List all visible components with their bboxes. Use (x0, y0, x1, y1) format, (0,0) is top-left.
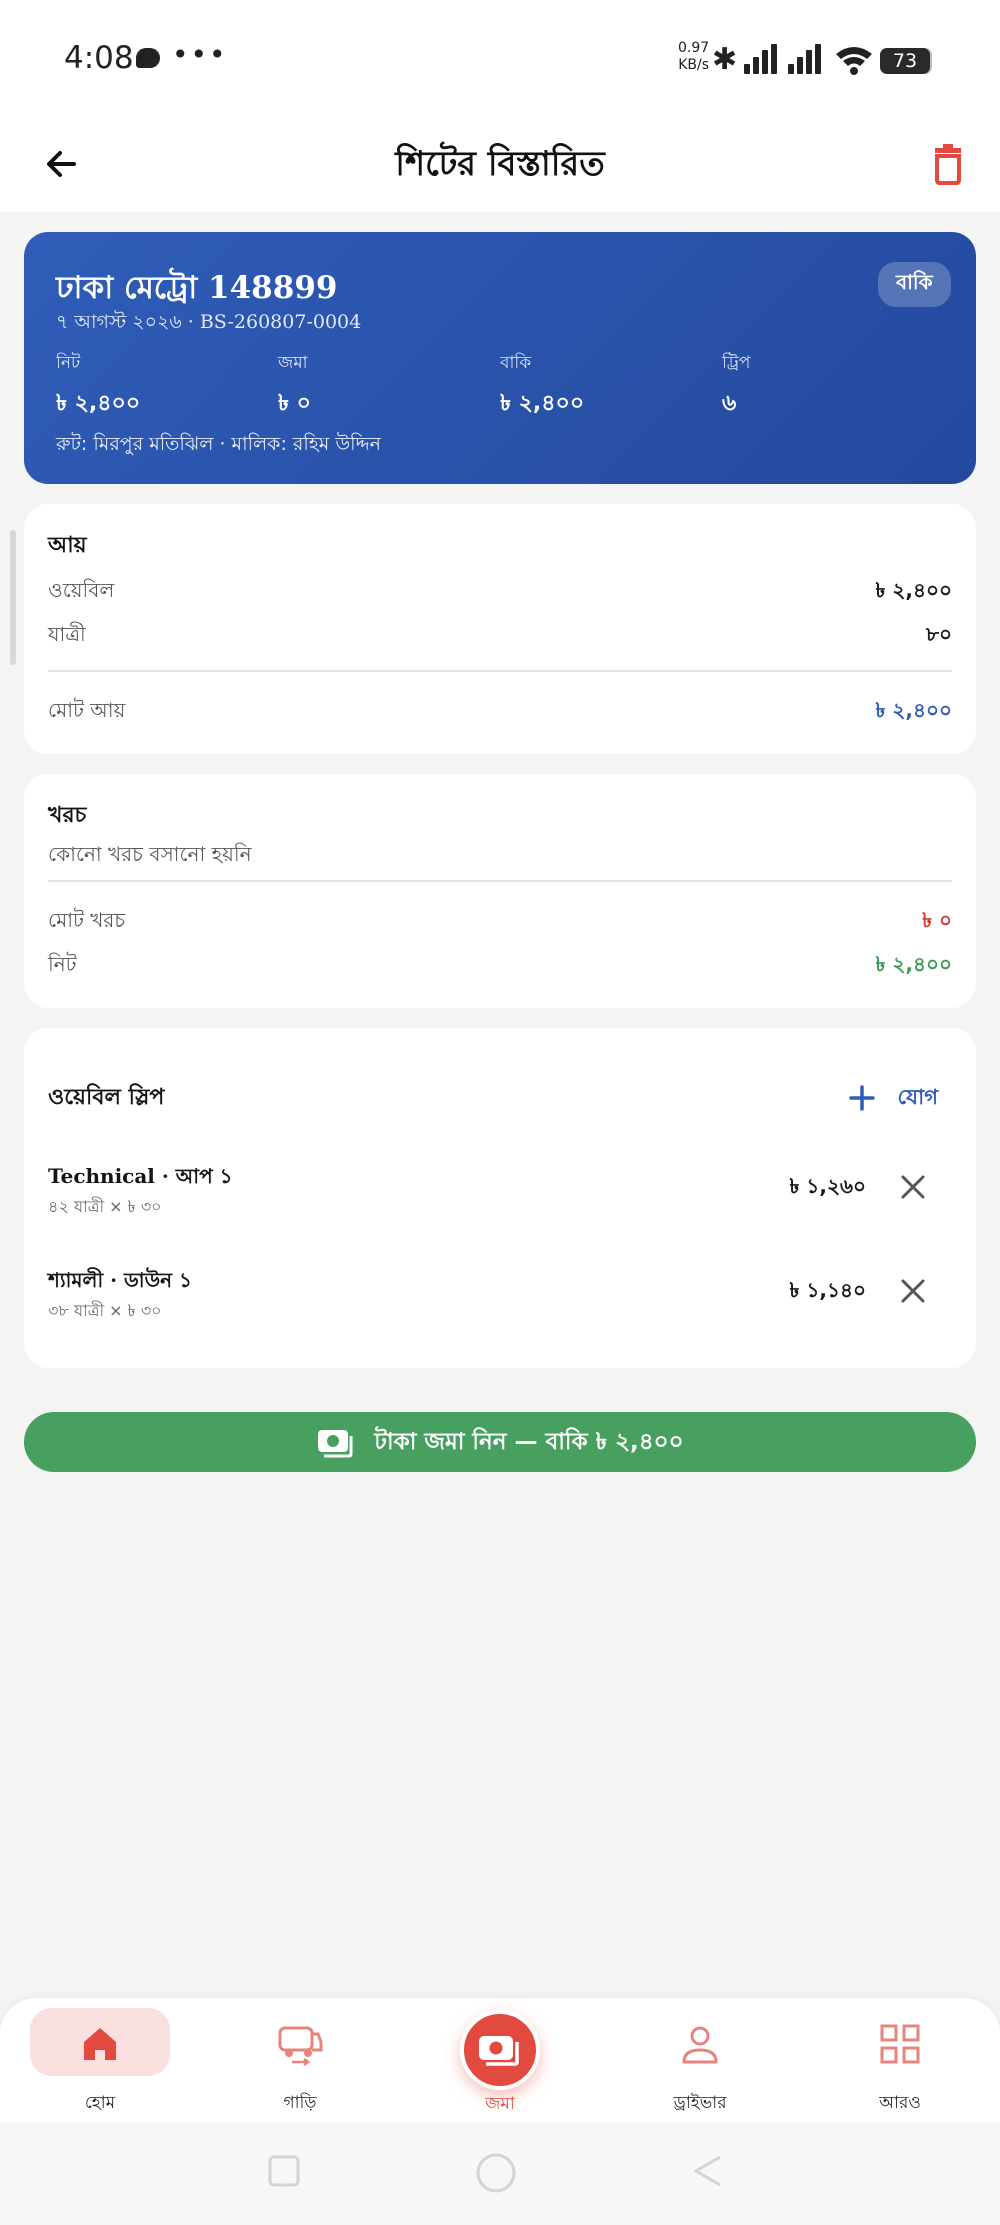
stat-trips: ট্রিপ ৬ (722, 350, 750, 423)
stat-value: ৳ ২,৪০০ (56, 391, 141, 416)
stat-label: নিট (56, 353, 81, 373)
income-row-value: ৮০ (926, 622, 952, 646)
bottom-nav: হোম গাড়ি জমা ড্রাইভার আরও (0, 1998, 1000, 2123)
waybill-heading: ওয়েবিল স্লিপ (48, 1085, 165, 1110)
person-icon (682, 2026, 718, 2064)
stat-due: বাকি ৳ ২,৪০০ (500, 350, 584, 423)
remove-slip-icon[interactable] (898, 1172, 928, 1202)
slip-amount: ৳ ১,১৪০ (789, 1278, 866, 1302)
signal-icon (744, 44, 780, 74)
home-icon (84, 2028, 116, 2060)
network-speed-unit: KB/s (678, 57, 709, 73)
network-speed: 0.97 KB/s (678, 40, 709, 74)
plus-icon (848, 1085, 875, 1111)
income-card: আয় ওয়েবিল ৳ ২,৪০০ যাত্রী ৮০ মোট আয় ৳ … (24, 504, 976, 754)
add-slip-button[interactable]: যোগ (848, 1080, 938, 1116)
network-speed-value: 0.97 (678, 40, 710, 56)
nav-label: ড্রাইভার (673, 2093, 727, 2113)
stat-label: বাকি (500, 353, 532, 373)
stat-deposit: জমা ৳ ০ (278, 350, 311, 423)
income-row-label: ওয়েবিল (48, 578, 115, 602)
chat-notification-icon (136, 48, 160, 68)
sheet-summary-card: ঢাকা মেট্রো 148899 ৭ আগস্ট ২০২৬ · BS-260… (24, 232, 976, 484)
cash-icon (318, 1430, 353, 1458)
nav-home[interactable]: হোম (30, 2008, 170, 2118)
net-value: ৳ ২,৪০০ (875, 952, 952, 976)
total-income-value: ৳ ২,৪০০ (875, 698, 952, 722)
nav-driver[interactable]: ড্রাইভার (630, 2008, 770, 2118)
stat-value: ৳ ০ (278, 391, 311, 416)
sheet-date-id: ৭ আগস্ট ২০২৬ · BS-260807-0004 (56, 311, 362, 333)
route-owner: রুট: মিরপুর মতিঝিল · মালিক: রহিম উদ্দিন (56, 433, 382, 455)
divider (48, 880, 952, 882)
wifi-icon (836, 47, 872, 75)
nav-deposit[interactable] (460, 2010, 540, 2090)
cash-icon (479, 2036, 519, 2066)
nav-vehicle[interactable]: গাড়ি (230, 2008, 370, 2118)
expense-heading: খরচ (48, 803, 87, 828)
stat-value: ৬ (722, 391, 737, 416)
slip-detail: ৪২ যাত্রী × ৳ ৩০ (48, 1197, 162, 1216)
total-expense-value: ৳ ০ (922, 908, 952, 932)
slip-title: Technical · আপ ১ (48, 1164, 233, 1188)
total-expense-label: মোট খরচ (48, 908, 126, 932)
home-button-icon[interactable] (474, 2151, 518, 2195)
nav-more[interactable]: আরও (830, 2008, 970, 2118)
slip-amount: ৳ ১,২৬০ (789, 1174, 866, 1198)
nav-label: হোম (84, 2093, 116, 2113)
remove-slip-icon[interactable] (898, 1276, 928, 1306)
income-row-label: যাত্রী (48, 622, 86, 646)
stat-value: ৳ ২,৪০০ (500, 391, 585, 416)
status-time: 4:08 (64, 40, 134, 76)
slip-title: শ্যামলী · ডাউন ১ (48, 1268, 193, 1292)
page-title: শিটের বিস্তারিত (395, 144, 605, 184)
stat-net: নিট ৳ ২,৪০০ (56, 350, 140, 423)
back-button-icon[interactable] (690, 2153, 726, 2189)
net-label: নিট (48, 952, 77, 976)
no-expense-text: কোনো খরচ বসানো হয়নি (48, 842, 252, 866)
bus-icon (278, 2026, 323, 2066)
system-nav-bar (0, 2123, 1000, 2225)
expense-card: খরচ কোনো খরচ বসানো হয়নি মোট খরচ ৳ ০ নিট… (24, 774, 976, 1008)
app-bar: শিটের বিস্তারিত (0, 120, 1000, 212)
income-row-value: ৳ ২,৪০০ (875, 578, 952, 602)
delete-icon[interactable] (924, 140, 972, 188)
divider (48, 670, 952, 672)
income-heading: আয় (48, 533, 87, 558)
add-slip-label: যোগ (897, 1084, 938, 1109)
scroll-indicator (10, 530, 16, 665)
stat-label: ট্রিপ (722, 353, 751, 373)
nav-label: জমা (485, 2094, 515, 2114)
stat-label: জমা (278, 353, 308, 373)
bluetooth-icon: ✱ (712, 42, 738, 77)
slip-detail: ৩৮ যাত্রী × ৳ ৩০ (48, 1301, 162, 1320)
nav-label: গাড়ি (283, 2093, 317, 2113)
status-bar: 4:08 ••• 0.97 KB/s ✱ 73 (0, 0, 1000, 120)
battery-icon: 73 (880, 48, 930, 74)
collect-money-label: টাকা জমা নিন — বাকি ৳ ২,৪০০ (374, 1428, 684, 1455)
more-notifications-icon: ••• (172, 38, 228, 71)
status-badge: বাকি (878, 262, 951, 307)
collect-money-button[interactable]: টাকা জমা নিন — বাকি ৳ ২,৪০০ (24, 1412, 976, 1472)
signal-icon-2 (788, 44, 824, 74)
grid-icon (880, 2024, 920, 2064)
nav-label: আরও (879, 2093, 921, 2113)
total-income-label: মোট আয় (48, 698, 126, 722)
recent-apps-icon[interactable] (266, 2153, 302, 2189)
waybill-card: ওয়েবিল স্লিপ যোগ Technical · আপ ১ ৪২ যা… (24, 1028, 976, 1368)
